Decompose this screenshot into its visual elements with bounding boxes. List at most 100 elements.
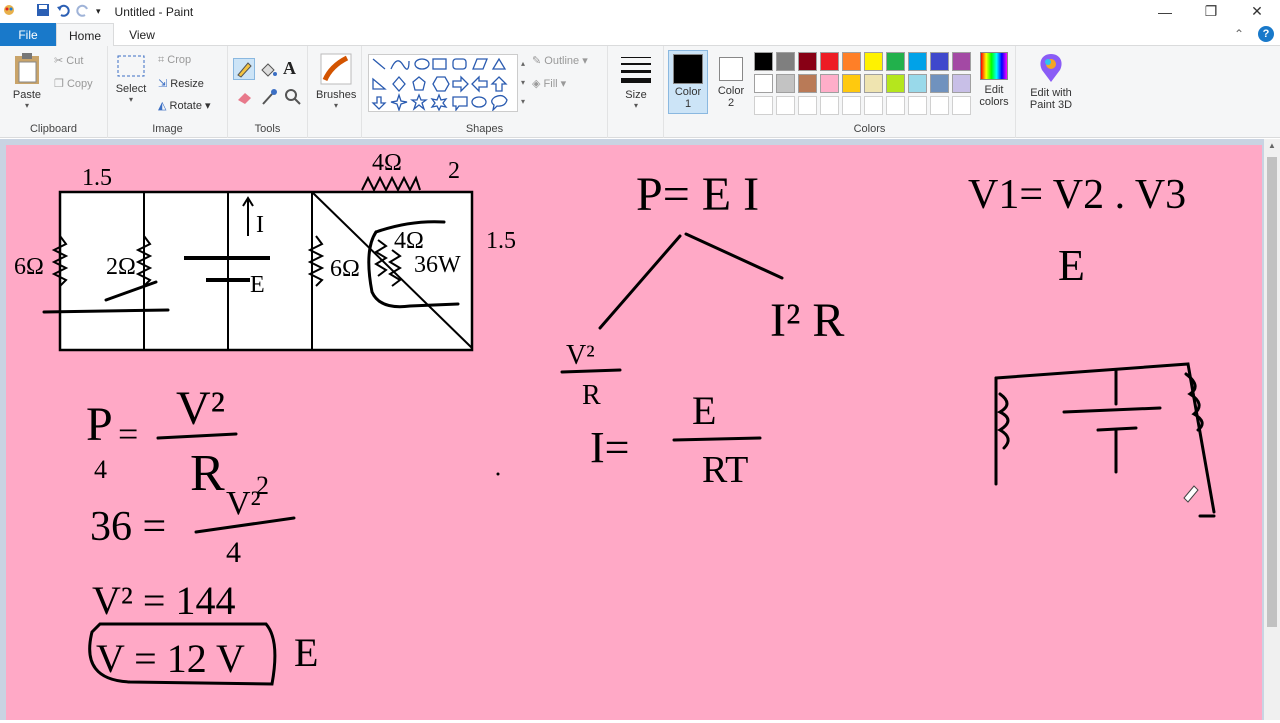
fill-bucket-icon <box>261 63 277 77</box>
edit-with-paint3d-button[interactable]: Edit with Paint 3D <box>1022 52 1080 111</box>
window-title: Untitled - Paint <box>114 4 194 19</box>
fill-tool[interactable] <box>258 60 278 83</box>
palette-swatch[interactable] <box>820 96 839 115</box>
formula-p-eq: = <box>118 414 138 454</box>
edit-colors-button[interactable]: Edit colors <box>974 52 1014 108</box>
palette-swatch[interactable] <box>798 96 817 115</box>
drawing: 1.5 4Ω 2 6Ω 2Ω I E 6Ω 4Ω 36W 1.5 P= E I … <box>14 150 1216 686</box>
color1-label-a: Color <box>674 86 702 98</box>
palette-swatch[interactable] <box>798 52 817 71</box>
scrollbar-thumb[interactable] <box>1267 157 1277 627</box>
palette-swatch[interactable] <box>930 74 949 93</box>
palette-swatch[interactable] <box>886 74 905 93</box>
four-ohm-label: 4Ω <box>394 228 424 254</box>
select-button[interactable]: Select ▾ <box>114 54 148 114</box>
clipboard-group: Paste ▾ ✂ Cut ❐ Copy Clipboard <box>0 46 108 138</box>
fill-label: Fill <box>543 78 558 90</box>
palette-swatch[interactable] <box>908 52 927 71</box>
scroll-up-icon[interactable]: ▲ <box>1268 141 1276 150</box>
fill-button[interactable]: ◈ Fill ▾ <box>532 77 566 90</box>
tools-group: A Tools <box>228 46 308 138</box>
ribbon-tabs: File Home View ⌃ ? <box>0 23 1280 47</box>
palette-swatch[interactable] <box>798 74 817 93</box>
palette-swatch[interactable] <box>820 74 839 93</box>
palette-swatch[interactable] <box>908 96 927 115</box>
six-ohm-label: 6Ω <box>330 256 360 282</box>
palette-swatch[interactable] <box>864 74 883 93</box>
save-icon[interactable] <box>36 3 50 20</box>
current-label: I <box>256 212 264 238</box>
palette-swatch[interactable] <box>952 52 971 71</box>
power-label: 36W <box>414 252 461 278</box>
palette-swatch[interactable] <box>864 52 883 71</box>
eraser-icon <box>238 93 251 104</box>
circuit-top-left-label: 1.5 <box>82 165 112 191</box>
formula-line4-e: E <box>294 630 318 675</box>
outline-button[interactable]: ✎ Outline ▾ <box>532 54 588 67</box>
palette-swatch[interactable] <box>930 96 949 115</box>
palette-swatch[interactable] <box>886 52 905 71</box>
magnifier-tool[interactable] <box>283 88 303 109</box>
outline-label: Outline <box>544 55 580 67</box>
palette-swatch[interactable] <box>930 52 949 71</box>
copy-button[interactable]: ❐ Copy <box>54 77 93 90</box>
shapes-gallery[interactable] <box>368 54 518 113</box>
palette-swatch[interactable] <box>864 96 883 115</box>
brushes-button[interactable]: Brushes ▾ <box>316 52 356 110</box>
drawing-canvas[interactable]: 1.5 4Ω 2 6Ω 2Ω I E 6Ω 4Ω 36W 1.5 P= E I … <box>6 145 1262 720</box>
magnifier-icon <box>285 89 301 105</box>
redo-icon[interactable] <box>76 3 90 20</box>
palette-swatch[interactable] <box>842 52 861 71</box>
color1-button[interactable]: Color 1 <box>668 50 708 114</box>
crop-button[interactable]: ⌗ Crop <box>158 54 191 67</box>
palette-swatch[interactable] <box>820 52 839 71</box>
color2-label-a: Color <box>717 85 745 97</box>
undo-icon[interactable] <box>56 3 70 20</box>
color-picker-tool[interactable] <box>259 88 279 109</box>
paste-button[interactable]: Paste ▾ <box>8 52 46 114</box>
tab-file[interactable]: File <box>0 23 56 46</box>
text-tool[interactable]: A <box>283 58 296 79</box>
help-icon[interactable]: ? <box>1258 26 1274 42</box>
palette-swatch[interactable] <box>842 74 861 93</box>
palette-swatch[interactable] <box>908 74 927 93</box>
tab-view[interactable]: View <box>114 23 170 46</box>
palette-swatch[interactable] <box>842 96 861 115</box>
size-button[interactable]: Size ▾ <box>618 54 654 110</box>
palette-swatch[interactable] <box>886 96 905 115</box>
formula-p-left: P <box>86 398 113 451</box>
rotate-button[interactable]: ◭ Rotate ▾ <box>158 99 211 112</box>
close-button[interactable]: ✕ <box>1234 0 1280 23</box>
tab-home[interactable]: Home <box>56 23 114 47</box>
eraser-tool[interactable] <box>235 88 255 109</box>
formula-v2-bottom: R <box>582 380 601 411</box>
cut-button[interactable]: ✂ Cut <box>54 54 83 67</box>
palette-swatch[interactable] <box>776 52 795 71</box>
canvas-workspace: 1.5 4Ω 2 6Ω 2Ω I E 6Ω 4Ω 36W 1.5 P= E I … <box>0 139 1264 720</box>
palette-swatch[interactable] <box>776 96 795 115</box>
formula-i-eq: I= <box>590 423 629 472</box>
formula-e-right: E <box>1058 241 1085 290</box>
palette-swatch[interactable] <box>952 74 971 93</box>
resize-button[interactable]: ⇲ Resize <box>158 77 204 90</box>
size-group: Size ▾ <box>608 46 664 138</box>
customize-qat-icon[interactable]: ▾ <box>96 6 101 17</box>
palette-swatch[interactable] <box>754 96 773 115</box>
palette-swatch[interactable] <box>754 74 773 93</box>
formula-p-den: R <box>190 445 225 502</box>
palette-swatch[interactable] <box>776 74 795 93</box>
paint3d-icon <box>1040 54 1062 82</box>
minimize-button[interactable]: — <box>1142 0 1188 23</box>
collapse-ribbon-icon[interactable]: ⌃ <box>1234 27 1244 41</box>
colors-label: Colors <box>853 123 886 135</box>
vertical-scrollbar[interactable]: ▲ <box>1264 139 1280 720</box>
maximize-button[interactable]: ❐ <box>1188 0 1234 23</box>
palette-swatch[interactable] <box>754 52 773 71</box>
pencil-tool[interactable] <box>233 58 255 80</box>
formula-v-eq: V1= V2 . V3 <box>968 172 1186 218</box>
color2-button[interactable]: Color 2 <box>712 50 750 114</box>
shapes-scroll[interactable]: ▴ ▾ ▾ <box>518 54 528 112</box>
formula-line2-lhs: 36 = <box>90 504 166 550</box>
palette-swatch[interactable] <box>952 96 971 115</box>
clipboard-label: Clipboard <box>29 123 78 135</box>
